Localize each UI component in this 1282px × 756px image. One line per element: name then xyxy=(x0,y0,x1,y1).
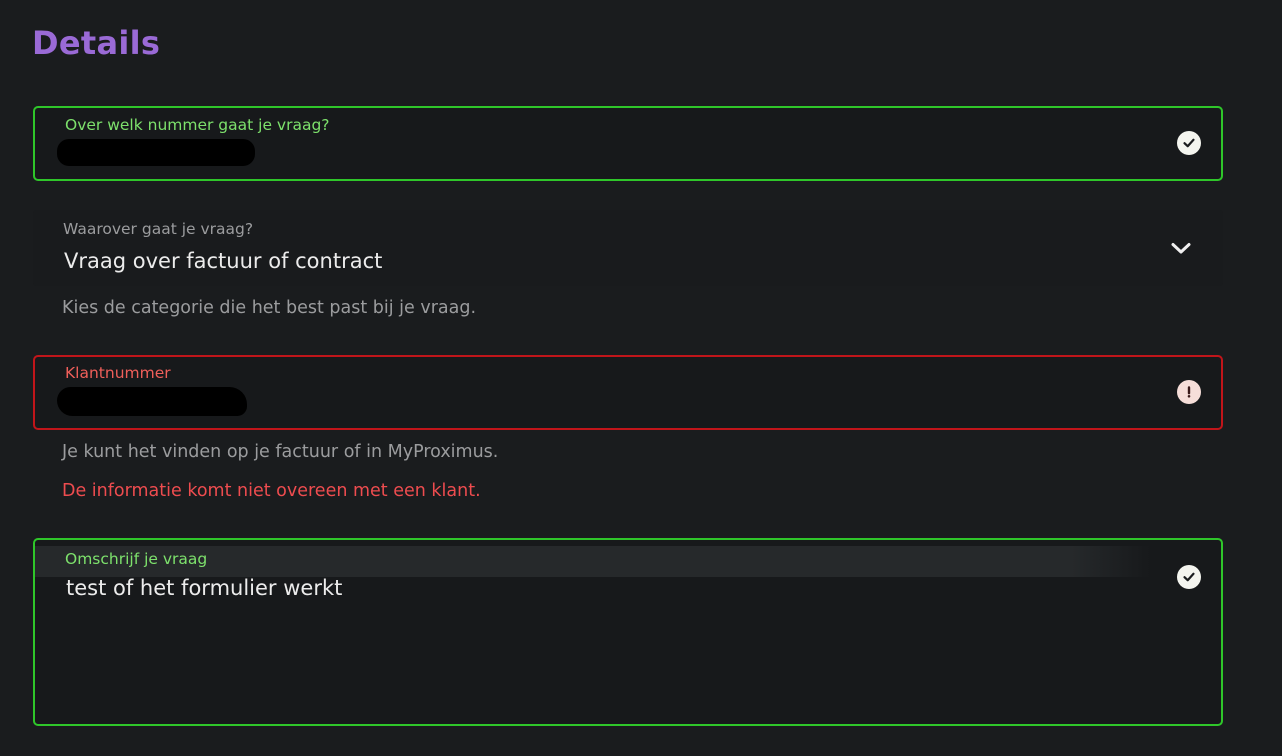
question-textarea[interactable]: Omschrijf je vraag test of het formulier… xyxy=(33,538,1223,726)
question-text: test of het formulier werkt xyxy=(66,576,343,600)
topic-helper-text: Kies de categorie die het best past bij … xyxy=(62,298,477,318)
customer-number-label: Klantnummer xyxy=(65,364,171,382)
customer-number-helper-text: Je kunt het vinden op je factuur of in M… xyxy=(62,442,499,462)
check-circle-icon xyxy=(1177,131,1201,155)
phone-number-label: Over welk nummer gaat je vraag? xyxy=(65,116,330,134)
page-title: Details xyxy=(32,24,161,62)
topic-label: Waarover gaat je vraag? xyxy=(63,220,254,238)
phone-number-field[interactable]: Over welk nummer gaat je vraag? xyxy=(33,106,1223,181)
topic-select[interactable]: Waarover gaat je vraag? Vraag over factu… xyxy=(33,210,1223,286)
customer-number-field[interactable]: Klantnummer xyxy=(33,355,1223,430)
topic-selected-value: Vraag over factuur of contract xyxy=(64,249,383,273)
customer-number-error-text: De informatie komt niet overeen met een … xyxy=(62,481,481,501)
redacted-customer-number xyxy=(57,387,247,416)
exclamation-circle-icon xyxy=(1177,380,1201,404)
chevron-down-icon[interactable] xyxy=(1169,236,1193,260)
check-circle-icon xyxy=(1177,565,1201,589)
redacted-phone-number xyxy=(57,139,255,166)
question-label: Omschrijf je vraag xyxy=(65,550,208,568)
